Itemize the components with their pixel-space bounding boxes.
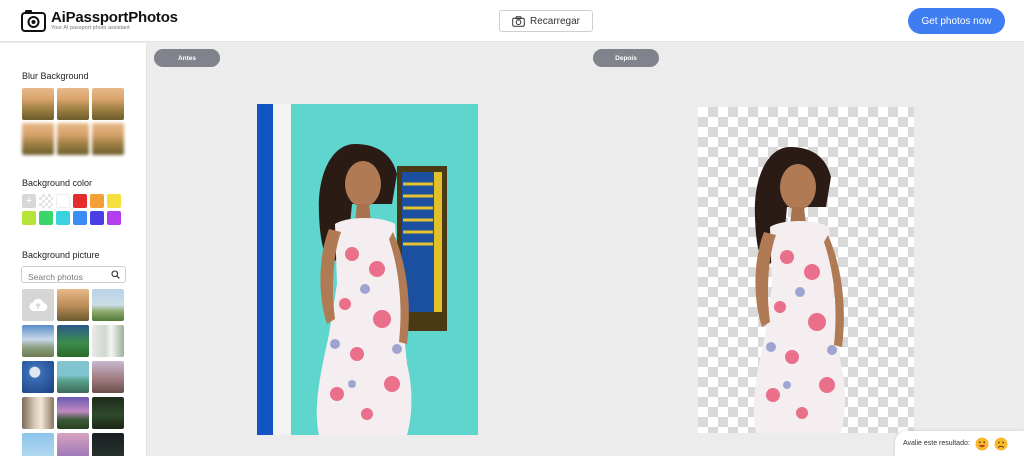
logo-name: AiPassportPhotos <box>51 8 178 26</box>
picture-option[interactable] <box>22 325 54 357</box>
picture-option[interactable] <box>57 433 89 456</box>
color-swatch-purple[interactable] <box>107 211 121 225</box>
transparent-swatch[interactable] <box>39 194 53 208</box>
picture-option[interactable] <box>92 397 124 429</box>
logo-tagline: Your AI passport photo assistant <box>51 24 130 31</box>
blur-option[interactable] <box>92 88 124 120</box>
camera-logo-icon <box>21 10 46 32</box>
reload-button[interactable]: Recarregar <box>499 10 593 32</box>
after-label[interactable]: Depois <box>593 49 659 67</box>
picture-option[interactable] <box>22 433 54 456</box>
color-swatch-red[interactable] <box>73 194 87 208</box>
reload-label: Recarregar <box>529 15 581 27</box>
rating-widget: Avalie este resultado: <box>895 431 1024 456</box>
blur-option[interactable] <box>22 123 54 155</box>
rating-label: Avalie este resultado: <box>903 440 970 447</box>
background-picture-title: Background picture <box>22 250 100 260</box>
picture-option[interactable] <box>92 433 124 456</box>
color-swatch-lime[interactable] <box>22 211 36 225</box>
blur-option[interactable] <box>57 88 89 120</box>
top-header: AiPassportPhotos Your AI passport photo … <box>0 0 1024 42</box>
picture-option[interactable] <box>92 361 124 393</box>
picture-option[interactable] <box>92 289 124 321</box>
sidebar: Blur Background Background color + Backg… <box>0 43 147 456</box>
background-pictures <box>22 289 124 456</box>
picture-option[interactable] <box>22 397 54 429</box>
sad-face-icon[interactable] <box>994 437 1008 451</box>
picture-option[interactable] <box>57 397 89 429</box>
camera-icon <box>512 15 525 27</box>
before-label[interactable]: Antes <box>154 49 220 67</box>
picture-option[interactable] <box>22 361 54 393</box>
color-swatch-blue[interactable] <box>73 211 87 225</box>
get-photos-button[interactable]: Get photos now <box>908 8 1005 34</box>
original-photo-image <box>257 104 478 435</box>
picture-option[interactable] <box>57 325 89 357</box>
picture-option[interactable] <box>57 289 89 321</box>
search-icon[interactable] <box>111 270 120 279</box>
upload-picture-button[interactable] <box>22 289 54 321</box>
original-photo <box>257 104 478 435</box>
search-input[interactable] <box>22 269 108 285</box>
app-logo[interactable]: AiPassportPhotos Your AI passport photo … <box>21 9 178 32</box>
picture-option[interactable] <box>57 361 89 393</box>
blur-option[interactable] <box>22 88 54 120</box>
color-swatch-yellow[interactable] <box>107 194 121 208</box>
picture-option[interactable] <box>92 325 124 357</box>
happy-face-icon[interactable] <box>975 437 989 451</box>
blur-background-title: Blur Background <box>22 71 89 81</box>
add-color-icon[interactable]: + <box>22 194 36 208</box>
color-swatch-indigo[interactable] <box>90 211 104 225</box>
color-swatch-green[interactable] <box>39 211 53 225</box>
blur-options <box>22 88 124 155</box>
blur-option[interactable] <box>57 123 89 155</box>
search-photos-field[interactable] <box>21 266 126 285</box>
result-photo-image <box>753 147 845 433</box>
color-swatch-cyan[interactable] <box>56 211 70 225</box>
blur-option[interactable] <box>92 123 124 155</box>
color-swatch-white[interactable] <box>56 194 70 208</box>
color-swatch-orange[interactable] <box>90 194 104 208</box>
cloud-upload-icon <box>29 298 48 312</box>
color-swatches: + <box>22 194 121 225</box>
background-color-title: Background color <box>22 178 93 188</box>
result-photo <box>698 107 914 433</box>
